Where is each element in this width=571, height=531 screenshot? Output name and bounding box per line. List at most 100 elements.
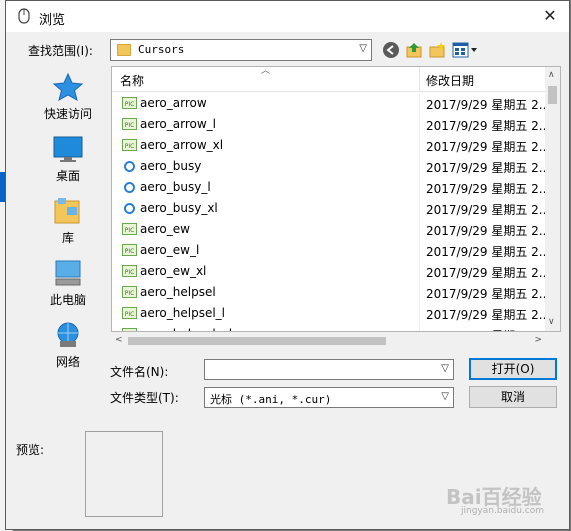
scroll-right-icon[interactable]: > bbox=[534, 335, 542, 345]
file-date: 2017/9/29 星期五 2... bbox=[426, 287, 551, 301]
folder-icon bbox=[117, 44, 131, 56]
cursor-file-icon: PIC bbox=[122, 139, 137, 151]
column-divider bbox=[419, 282, 420, 303]
file-type-label: 文件类型(T): bbox=[110, 391, 179, 405]
scroll-left-icon[interactable]: < bbox=[115, 335, 123, 345]
scroll-up-icon[interactable]: ∧ bbox=[548, 70, 555, 80]
network-icon bbox=[57, 322, 79, 347]
file-row[interactable]: PIC aero_helpsel_l 2017/9/29 星期五 2... bbox=[112, 303, 550, 324]
busy-cursor-icon bbox=[124, 203, 135, 214]
preview-label: 预览: bbox=[16, 443, 45, 457]
svg-text:PIC: PIC bbox=[125, 122, 135, 129]
horizontal-scrollbar[interactable]: < > bbox=[112, 333, 546, 348]
svg-text:PIC: PIC bbox=[125, 311, 135, 318]
file-date: 2017/9/29 星期五 2... bbox=[426, 203, 551, 217]
file-date: 2017/9/29 星期五 2... bbox=[426, 266, 551, 280]
cursor-file-icon: PIC bbox=[122, 244, 137, 256]
look-in-combo[interactable]: Cursors ▽ bbox=[110, 39, 372, 61]
file-name: aero_busy_xl bbox=[140, 201, 218, 215]
column-divider bbox=[419, 219, 420, 240]
file-row[interactable]: PIC aero_arrow 2017/9/29 星期五 2... bbox=[112, 93, 550, 114]
file-row[interactable]: PIC aero_helpsel 2017/9/29 星期五 2... bbox=[112, 282, 550, 303]
svg-text:PIC: PIC bbox=[125, 248, 135, 255]
file-row[interactable]: aero_busy_l 2017/9/29 星期五 2... bbox=[112, 177, 550, 198]
place-this-pc[interactable]: 此电脑 bbox=[28, 253, 108, 313]
column-divider bbox=[419, 135, 420, 156]
vertical-scrollbar[interactable]: ∧ ∨ bbox=[545, 67, 560, 331]
file-date: 2017/9/29 星期五 2... bbox=[426, 119, 551, 133]
file-list[interactable]: 名称 ︿ 修改日期 PIC aero_arrow 2017/9/29 星期五 2..… bbox=[111, 66, 561, 332]
file-name: aero_arrow_xl bbox=[140, 138, 224, 152]
mouse-icon bbox=[18, 8, 30, 24]
file-type-value: 光标 (*.ani, *.cur) bbox=[210, 393, 332, 406]
place-label: 此电脑 bbox=[49, 293, 86, 307]
column-divider bbox=[419, 198, 420, 219]
column-divider bbox=[419, 324, 420, 331]
file-name: aero_arrow_l bbox=[140, 117, 216, 131]
places-bar: 快速访问 桌面 库 此电脑 网络 bbox=[28, 67, 108, 377]
cursor-file-icon: PIC bbox=[122, 328, 137, 331]
chevron-down-icon: ▽ bbox=[441, 391, 449, 402]
look-in-value: Cursors bbox=[138, 43, 185, 56]
column-divider[interactable] bbox=[419, 67, 420, 91]
file-row[interactable]: aero_busy_xl 2017/9/29 星期五 2... bbox=[112, 198, 550, 219]
list-header: 名称 ︿ 修改日期 bbox=[112, 67, 546, 92]
place-label: 快速访问 bbox=[43, 107, 92, 121]
file-date: 2017/9/29 星期五 2... bbox=[426, 140, 551, 154]
place-libraries[interactable]: 库 bbox=[28, 191, 108, 251]
svg-text:PIC: PIC bbox=[125, 143, 135, 150]
column-header-date[interactable]: 修改日期 bbox=[426, 72, 474, 89]
back-icon[interactable] bbox=[382, 41, 400, 59]
place-label: 库 bbox=[61, 231, 74, 245]
dialog-title: 浏览 bbox=[39, 13, 66, 28]
file-date: 2017/9/29 星期五 2... bbox=[426, 308, 551, 322]
busy-cursor-icon bbox=[124, 182, 135, 193]
file-name: aero_ew bbox=[140, 222, 190, 236]
column-divider bbox=[419, 177, 420, 198]
desktop-icon bbox=[53, 136, 83, 162]
view-menu-icon[interactable] bbox=[452, 41, 478, 59]
open-button[interactable]: 打开(O) bbox=[469, 358, 557, 380]
file-name-label: 文件名(N): bbox=[110, 365, 169, 379]
browse-dialog: 浏览 ✕ 查找范围(I): Cursors ▽ 快速访问 桌面 库 此电脑 网络… bbox=[5, 0, 570, 530]
cursor-file-icon: PIC bbox=[122, 97, 137, 109]
file-row[interactable]: PIC aero_ew_xl 2017/9/29 星期五 2... bbox=[112, 261, 550, 282]
scroll-down-icon[interactable]: ∨ bbox=[548, 317, 555, 327]
file-date: 2017/9/29 星期五 2... bbox=[426, 161, 551, 175]
file-date: 2017/9/29 星期五 2... bbox=[426, 98, 551, 112]
file-date: 2017/9/29 星期五 2... bbox=[426, 327, 550, 331]
place-label: 桌面 bbox=[55, 169, 80, 183]
look-in-label: 查找范围(I): bbox=[28, 44, 93, 58]
file-name: aero_arrow bbox=[140, 96, 207, 110]
close-button[interactable]: ✕ bbox=[537, 5, 563, 27]
file-type-combo[interactable]: 光标 (*.ani, *.cur) ▽ bbox=[204, 387, 454, 408]
file-row[interactable]: PIC aero_ew_l 2017/9/29 星期五 2... bbox=[112, 240, 550, 261]
place-label: 网络 bbox=[55, 355, 80, 369]
column-header-name[interactable]: 名称 bbox=[120, 72, 144, 89]
chevron-down-icon: ▽ bbox=[359, 43, 367, 54]
library-icon bbox=[54, 198, 80, 224]
new-folder-icon[interactable] bbox=[428, 41, 446, 59]
file-name-input[interactable]: ▽ bbox=[204, 359, 454, 380]
place-desktop[interactable]: 桌面 bbox=[28, 129, 108, 189]
file-row[interactable]: aero_busy 2017/9/29 星期五 2... bbox=[112, 156, 550, 177]
cancel-button[interactable]: 取消 bbox=[469, 386, 557, 408]
place-quick-access[interactable]: 快速访问 bbox=[28, 67, 108, 127]
file-row[interactable]: PIC aero_ew 2017/9/29 星期五 2... bbox=[112, 219, 550, 240]
hscroll-thumb[interactable] bbox=[128, 337, 386, 345]
up-folder-icon[interactable] bbox=[405, 41, 423, 59]
column-divider bbox=[419, 261, 420, 282]
svg-text:PIC: PIC bbox=[125, 227, 135, 234]
column-divider bbox=[419, 156, 420, 177]
chevron-down-icon[interactable]: ▽ bbox=[441, 363, 449, 374]
file-row[interactable]: PIC aero_arrow_xl 2017/9/29 星期五 2... bbox=[112, 135, 550, 156]
preview-box bbox=[85, 431, 163, 517]
file-row[interactable]: PICaero_helpsel_xl 2017/9/29 星期五 2... bbox=[112, 324, 550, 331]
column-divider bbox=[419, 114, 420, 135]
file-row[interactable]: PIC aero_arrow_l 2017/9/29 星期五 2... bbox=[112, 114, 550, 135]
file-name: aero_helpsel_l bbox=[140, 306, 225, 320]
scroll-thumb[interactable] bbox=[548, 86, 557, 104]
cursor-file-icon: PIC bbox=[122, 118, 137, 130]
place-network[interactable]: 网络 bbox=[28, 315, 108, 375]
file-name: aero_busy_l bbox=[140, 180, 211, 194]
